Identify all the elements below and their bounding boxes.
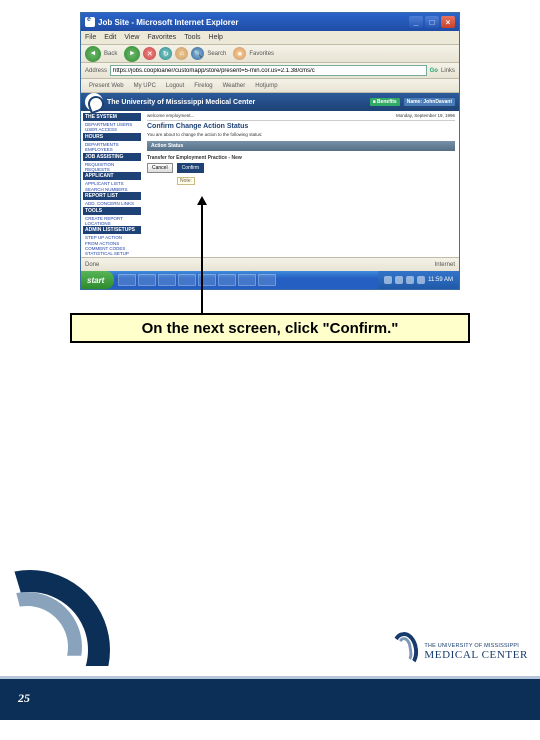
menu-file[interactable]: File <box>85 34 96 41</box>
menu-favorites[interactable]: Favorites <box>147 34 176 41</box>
system-tray: 11:59 AM <box>378 271 459 289</box>
tray-icon[interactable] <box>417 276 425 284</box>
address-label: Address <box>85 68 107 74</box>
instruction-callout: On the next screen, click "Confirm." <box>70 313 470 343</box>
search-button[interactable]: 🔍 <box>191 47 204 60</box>
action-status-bar: Action Status <box>147 141 455 151</box>
close-button[interactable]: × <box>441 16 455 28</box>
benefits-link[interactable]: ■ Benefits <box>370 98 400 106</box>
back-label: Back <box>104 51 117 57</box>
cancel-button[interactable]: Cancel <box>147 163 173 173</box>
tray-icon[interactable] <box>395 276 403 284</box>
favorites-button[interactable]: ★ <box>233 47 246 60</box>
search-label: Search <box>207 51 226 57</box>
taskbar-item[interactable] <box>138 274 156 286</box>
footer-swirl-icon <box>0 570 120 740</box>
menu-help[interactable]: Help <box>209 34 223 41</box>
tray-icon[interactable] <box>384 276 392 284</box>
link-item[interactable]: Logout <box>166 83 184 89</box>
window-titlebar: Job Site - Microsoft Internet Explorer _… <box>81 13 459 31</box>
nav-head: TOOLS <box>83 207 141 215</box>
menu-tools[interactable]: Tools <box>184 34 200 41</box>
user-info: Name: JohnDavant <box>404 98 455 106</box>
browser-content: The University of Mississippi Medical Ce… <box>81 93 459 257</box>
status-zone: Internet <box>435 262 455 268</box>
taskbar-item[interactable] <box>258 274 276 286</box>
link-item[interactable]: My UPC <box>134 83 156 89</box>
ummc-logo-text: THE UNIVERSITY OF MISSISSIPPI MEDICAL CE… <box>424 643 528 661</box>
home-button[interactable]: ⌂ <box>175 47 188 60</box>
toolbar: ◄ Back ► ✕ ↻ ⌂ 🔍 Search ★ Favorites <box>81 45 459 63</box>
status-done: Done <box>85 262 99 268</box>
date-text: Monday, September 19, 1996 <box>396 113 455 118</box>
page-desc: You are about to change the action to th… <box>147 132 455 137</box>
ummc-line2: MEDICAL CENTER <box>424 649 528 661</box>
address-bar: Address Go Links <box>81 63 459 79</box>
nav-head: ADMIN LIST/SETUPS <box>83 226 141 234</box>
links-bar: Present Web My UPC Logout Firelog Weathe… <box>81 79 459 93</box>
menu-bar: File Edit View Favorites Tools Help <box>81 31 459 45</box>
main-content: welcome employment... Monday, September … <box>143 111 459 257</box>
link-item[interactable]: Present Web <box>89 83 124 89</box>
minimize-button[interactable]: _ <box>409 16 423 28</box>
banner-title: The University of Mississippi Medical Ce… <box>107 99 255 106</box>
nav-head: THE SYSTEM <box>83 113 141 121</box>
note-box: Note: <box>177 177 195 185</box>
link-item[interactable]: Hotjump <box>255 83 277 89</box>
ie-icon <box>85 17 95 27</box>
taskbar-item[interactable] <box>178 274 196 286</box>
taskbar-items <box>114 271 378 289</box>
ummc-banner-logo-icon <box>85 93 103 111</box>
back-button[interactable]: ◄ <box>85 46 101 62</box>
page-heading: Confirm Change Action Status <box>147 123 455 130</box>
status-value: Transfer for Employment Practice - New <box>147 155 455 161</box>
link-item[interactable]: Firelog <box>194 83 212 89</box>
tray-time: 11:59 AM <box>428 277 453 283</box>
side-navigation: THE SYSTEM DEPARTMENT USERS USER ACCESS … <box>81 111 143 257</box>
forward-button[interactable]: ► <box>124 46 140 62</box>
nav-head: REPORT LIST <box>83 192 141 200</box>
maximize-button[interactable]: □ <box>425 16 439 28</box>
favorites-label: Favorites <box>249 51 274 57</box>
welcome-text: welcome employment... <box>147 113 194 118</box>
nav-head: APPLICANT <box>83 172 141 180</box>
ummc-logo: THE UNIVERSITY OF MISSISSIPPI MEDICAL CE… <box>392 632 528 672</box>
slide-footer: 25 THE UNIVERSITY OF MISSISSIPPI MEDICAL… <box>0 620 540 720</box>
taskbar-item[interactable] <box>218 274 236 286</box>
nav-item[interactable]: ADD. CONCERN LINKS <box>83 201 141 206</box>
links-label: Links <box>441 68 455 74</box>
windows-taskbar: start 11:59 AM <box>81 271 459 289</box>
nav-item[interactable]: REQUISITION REQUESTS <box>83 162 141 173</box>
start-button[interactable]: start <box>81 271 114 289</box>
go-button[interactable]: Go <box>430 68 438 74</box>
taskbar-item[interactable] <box>158 274 176 286</box>
refresh-button[interactable]: ↻ <box>159 47 172 60</box>
taskbar-item[interactable] <box>118 274 136 286</box>
confirm-button[interactable]: Confirm <box>177 163 205 173</box>
pointer-arrow <box>201 198 203 316</box>
address-input[interactable] <box>110 65 427 76</box>
ummc-mark-icon <box>392 632 418 672</box>
window-title: Job Site - Microsoft Internet Explorer <box>98 18 238 27</box>
nav-head: JOB ASSISTING <box>83 153 141 161</box>
menu-edit[interactable]: Edit <box>104 34 116 41</box>
stop-button[interactable]: ✕ <box>143 47 156 60</box>
tray-icon[interactable] <box>406 276 414 284</box>
page-number: 25 <box>18 691 30 706</box>
menu-view[interactable]: View <box>124 34 139 41</box>
page-banner: The University of Mississippi Medical Ce… <box>81 93 459 111</box>
ie-window-screenshot: Job Site - Microsoft Internet Explorer _… <box>80 12 460 290</box>
taskbar-item[interactable] <box>238 274 256 286</box>
nav-head: HOURS <box>83 133 141 141</box>
ie-status-bar: Done Internet <box>81 257 459 271</box>
callout-text: On the next screen, click "Confirm." <box>142 320 399 337</box>
link-item[interactable]: Weather <box>223 83 246 89</box>
